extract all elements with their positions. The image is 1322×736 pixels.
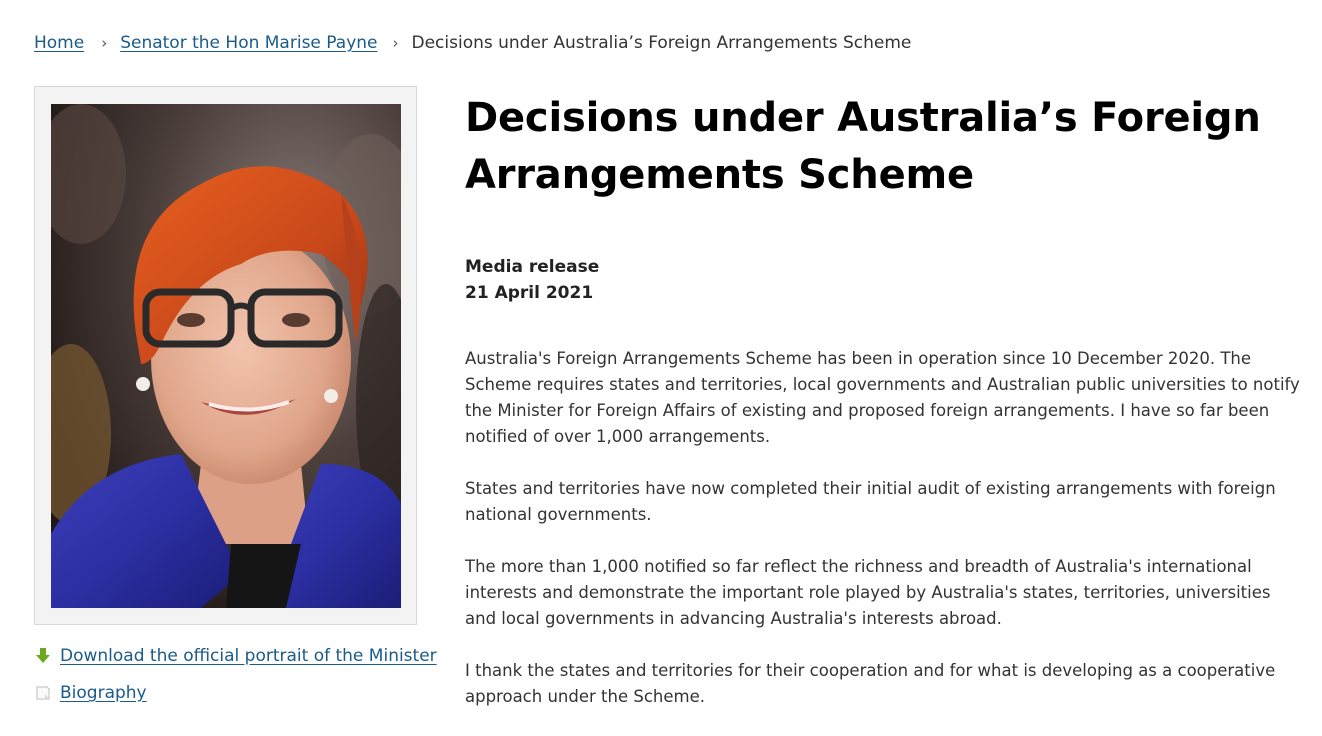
page-title: Decisions under Australia’s Foreign Arra… [465,95,1261,198]
chevron-right-icon: › [392,34,399,52]
download-portrait-item: Download the official portrait of the Mi… [34,644,437,668]
release-type: Media release [465,257,600,277]
chevron-right-icon: › [101,34,108,52]
download-portrait-link[interactable]: Download the official portrait of the Mi… [60,646,437,666]
side-links: Download the official portrait of the Mi… [34,644,437,718]
breadcrumb-minister-link[interactable]: Senator the Hon Marise Payne [120,33,377,53]
minister-portrait [51,104,401,608]
paragraph: States and territories have now complete… [465,479,1276,524]
paragraph: The more than 1,000 notified so far refl… [465,557,1271,628]
document-icon [34,684,52,702]
portrait-image [51,104,401,608]
paragraph: I thank the states and territories for t… [465,661,1276,706]
portrait-frame [34,86,417,625]
download-arrow-icon [34,647,52,665]
breadcrumb-home-link[interactable]: Home [34,33,84,53]
article: Decisions under Australia’s Foreign Arra… [465,90,1305,736]
biography-item: Biography [34,681,437,705]
breadcrumb-current: Decisions under Australia’s Foreign Arra… [411,33,912,53]
biography-link[interactable]: Biography [60,683,147,703]
article-body: Australia's Foreign Arrangements Scheme … [465,346,1305,710]
paragraph: Australia's Foreign Arrangements Scheme … [465,349,1300,446]
breadcrumb: Home › Senator the Hon Marise Payne › De… [34,31,911,55]
release-date: 21 April 2021 [465,283,594,303]
article-meta: Media release 21 April 2021 [465,254,1305,306]
